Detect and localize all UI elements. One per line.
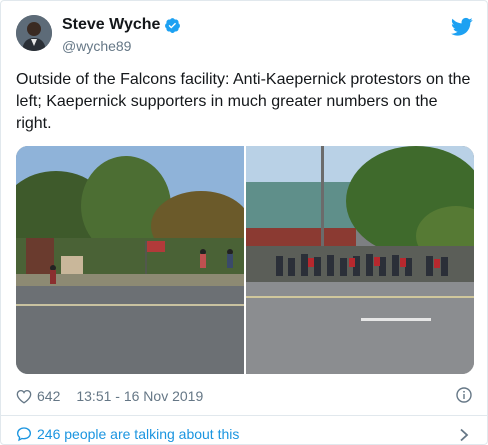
tweet-media[interactable]: [16, 146, 474, 374]
footer-divider: [1, 415, 488, 416]
author-block[interactable]: Steve Wyche @wyche89: [62, 15, 181, 56]
verified-badge-icon: [165, 17, 181, 33]
heart-icon[interactable]: [16, 389, 32, 404]
author-handle[interactable]: @wyche89: [62, 36, 181, 56]
tweet-text: Outside of the Falcons facility: Anti-Ka…: [16, 71, 471, 132]
media-photos: [16, 146, 474, 374]
author-name[interactable]: Steve Wyche: [62, 15, 160, 35]
talking-link[interactable]: 246 people are talking about this: [16, 426, 239, 442]
chevron-right-icon[interactable]: [459, 428, 469, 442]
like-count[interactable]: 642: [37, 388, 60, 404]
talking-label[interactable]: 246 people are talking about this: [37, 426, 239, 442]
twitter-bird-icon[interactable]: [451, 17, 473, 37]
comment-bubble-icon: [16, 427, 32, 442]
tweet-meta: 642 13:51 - 16 Nov 2019: [16, 386, 203, 406]
info-icon[interactable]: [456, 387, 472, 403]
avatar[interactable]: [16, 15, 52, 51]
tweet-timestamp[interactable]: 13:51 - 16 Nov 2019: [76, 388, 203, 404]
tweet-card: Steve Wyche @wyche89 Outside of the Falc…: [0, 0, 488, 445]
